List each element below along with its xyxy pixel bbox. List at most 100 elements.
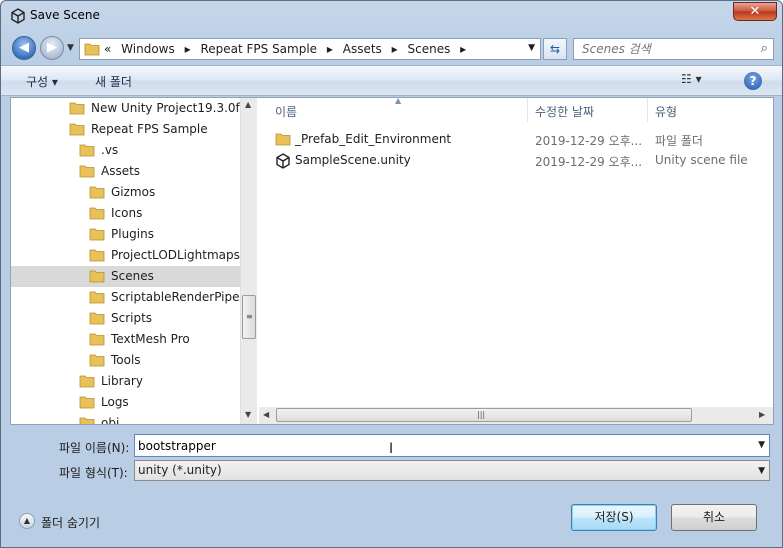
save-button[interactable]: 저장(S): [571, 504, 657, 531]
filetype-dropdown-icon[interactable]: ▼: [758, 466, 765, 476]
breadcrumb-windows[interactable]: Windows: [121, 42, 175, 56]
breadcrumb-overflow[interactable]: «: [104, 42, 111, 56]
file-date: 2019-12-29 오후...: [535, 155, 643, 169]
tree-item-label: Logs: [101, 395, 129, 409]
text-cursor-icon: I: [389, 441, 394, 457]
file-row[interactable]: _Prefab_Edit_Environment 2019-12-29 오후..…: [271, 129, 771, 150]
filename-combo[interactable]: ▼: [134, 434, 770, 457]
folder-icon: [79, 416, 95, 424]
tree-item[interactable]: Gizmos: [11, 182, 240, 203]
folder-icon: [79, 374, 95, 391]
scroll-down-icon[interactable]: ▼: [245, 410, 251, 419]
tree-item[interactable]: Scripts: [11, 308, 240, 329]
new-folder-button[interactable]: 새 폴더: [95, 73, 132, 90]
folder-icon: [89, 290, 105, 307]
back-button[interactable]: ◀: [12, 36, 36, 60]
tree-item-label: Scripts: [111, 311, 153, 325]
breadcrumb-separator[interactable]: ▸: [460, 42, 466, 56]
view-options-icon[interactable]: ☷ ▾: [681, 72, 702, 86]
tree-item[interactable]: Icons: [11, 203, 240, 224]
grip-icon: ≡: [246, 312, 253, 321]
tree-item[interactable]: TextMesh Pro: [11, 329, 240, 350]
tree-item-label: Scenes: [111, 269, 154, 283]
tree-item-label: Tools: [111, 353, 141, 367]
breadcrumb-separator[interactable]: ▸: [327, 42, 333, 56]
tree-item[interactable]: Scenes: [11, 266, 240, 287]
file-name: _Prefab_Edit_Environment: [295, 132, 452, 146]
close-button[interactable]: ✕: [733, 2, 777, 21]
filename-dropdown-icon[interactable]: ▼: [758, 440, 765, 450]
filename-label: 파일 이름(N):: [59, 441, 130, 455]
breadcrumb-repeat-fps-sample[interactable]: Repeat FPS Sample: [200, 42, 317, 56]
tree-item-label: obj: [101, 416, 120, 424]
filetype-select[interactable]: unity (*.unity) ▼: [134, 460, 770, 481]
column-header-date[interactable]: 수정한 날짜: [535, 103, 594, 127]
breadcrumb-scenes[interactable]: Scenes: [408, 42, 451, 56]
tree-item-label: New Unity Project19.3.0f1: [91, 101, 248, 115]
folder-icon: [89, 311, 105, 328]
address-bar[interactable]: « Windows ▸ Repeat FPS Sample ▸ Assets ▸…: [79, 38, 541, 60]
tree-item[interactable]: Assets: [11, 161, 240, 182]
scrollbar-thumb[interactable]: ≡: [242, 295, 256, 339]
unity-logo-icon: [11, 8, 25, 24]
tree-item[interactable]: Logs: [11, 392, 240, 413]
tree-item-label: Gizmos: [111, 185, 156, 199]
file-row[interactable]: SampleScene.unity 2019-12-29 오후... Unity…: [271, 150, 771, 171]
tree-item[interactable]: .vs: [11, 140, 240, 161]
tree-item[interactable]: Library: [11, 371, 240, 392]
browser-pane: New Unity Project19.3.0f1 Repeat FPS Samp…: [10, 96, 774, 425]
search-icon[interactable]: ⌕: [761, 41, 768, 56]
file-type: Unity scene file: [655, 153, 748, 167]
hide-folders-label: 폴더 숨기기: [41, 516, 101, 530]
file-date: 2019-12-29 오후...: [535, 134, 643, 148]
scroll-up-icon[interactable]: ▲: [245, 100, 251, 109]
tree-item-label: Plugins: [111, 227, 154, 241]
filetype-value: unity (*.unity): [138, 463, 222, 477]
title-bar[interactable]: Save Scene ✕: [1, 1, 782, 31]
collapse-up-icon[interactable]: ▲: [19, 513, 35, 529]
refresh-button[interactable]: ⇆: [543, 38, 567, 60]
breadcrumb-assets[interactable]: Assets: [343, 42, 382, 56]
forward-button[interactable]: ▶: [40, 36, 64, 60]
tree-vertical-scrollbar[interactable]: ▲ ≡ ▼: [240, 98, 257, 424]
search-input[interactable]: [582, 41, 752, 57]
horizontal-scrollbar[interactable]: ◀ ||| ▶: [259, 407, 773, 424]
tree-item[interactable]: ProjectLODLightmaps: [11, 245, 240, 266]
folder-icon: [79, 164, 95, 181]
tree-item[interactable]: Plugins: [11, 224, 240, 245]
column-divider[interactable]: [527, 98, 528, 122]
breadcrumb: « Windows ▸ Repeat FPS Sample ▸ Assets ▸…: [104, 42, 472, 56]
breadcrumb-separator[interactable]: ▸: [185, 42, 191, 56]
save-scene-dialog: Save Scene ✕ ◀ ▶ ▼ « Windows ▸ Repeat FP…: [0, 0, 783, 548]
tree-item[interactable]: ScriptableRenderPipeline: [11, 287, 256, 308]
folder-tree: New Unity Project19.3.0f1 Repeat FPS Samp…: [11, 98, 256, 424]
scrollbar-thumb[interactable]: |||: [276, 408, 692, 422]
address-dropdown-icon[interactable]: ▼: [528, 43, 535, 53]
tree-item-label: Icons: [111, 206, 143, 220]
tree-item[interactable]: Tools: [11, 350, 240, 371]
column-header-type[interactable]: 유형: [655, 103, 677, 127]
filename-input[interactable]: [138, 438, 738, 454]
tree-item-label: ScriptableRenderPipeline: [111, 290, 256, 304]
folder-icon: [89, 332, 105, 349]
file-type: 파일 폴더: [655, 134, 703, 148]
organize-menu[interactable]: 구성 ▾: [26, 73, 58, 90]
cancel-button[interactable]: 취소: [671, 504, 757, 531]
scroll-right-icon[interactable]: ▶: [759, 410, 765, 419]
grip-icon: |||: [477, 410, 486, 419]
breadcrumb-separator[interactable]: ▸: [392, 42, 398, 56]
refresh-icon: ⇆: [549, 42, 561, 56]
search-box[interactable]: ⌕: [573, 38, 774, 60]
history-dropdown-icon[interactable]: ▼: [67, 43, 74, 53]
tree-item[interactable]: obj: [11, 413, 240, 424]
tree-item[interactable]: New Unity Project19.3.0f1: [11, 98, 247, 119]
folder-icon: [89, 227, 105, 244]
column-header-name[interactable]: 이름: [275, 103, 297, 127]
scroll-left-icon[interactable]: ◀: [263, 410, 269, 419]
window-title: Save Scene: [30, 8, 100, 22]
help-icon[interactable]: ?: [744, 72, 762, 90]
folder-icon: [89, 248, 105, 265]
tree-item[interactable]: Repeat FPS Sample: [11, 119, 240, 140]
column-divider[interactable]: [647, 98, 648, 122]
file-name: SampleScene.unity: [295, 153, 411, 167]
